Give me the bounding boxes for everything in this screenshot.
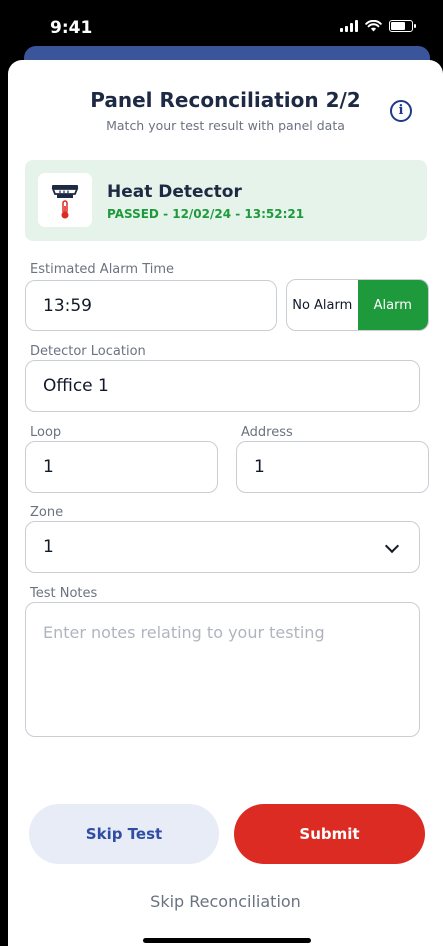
page-title: Panel Reconciliation 2/2 [90,88,361,112]
loop-value: 1 [43,457,54,477]
home-indicator [143,938,311,943]
alarm-option[interactable]: Alarm [357,280,428,330]
detector-location-field[interactable]: Office 1 [25,360,420,412]
reconciliation-sheet: Panel Reconciliation 2/2 Match your test… [8,60,443,946]
detector-location-value: Office 1 [43,376,109,396]
detector-type: Heat Detector [107,182,242,202]
skip-test-button[interactable]: Skip Test [29,804,219,864]
test-status: PASSED - 12/02/24 - 13:52:21 [107,207,305,221]
chevron-down-icon [384,538,400,554]
address-value: 1 [254,457,265,477]
page-subtitle: Match your test result with panel data [106,118,345,133]
status-time: 9:41 [50,18,93,38]
info-icon[interactable]: i [390,100,412,122]
wifi-icon [365,20,382,32]
submit-button[interactable]: Submit [234,804,425,864]
test-notes-input[interactable] [25,602,420,737]
heat-detector-icon [38,173,92,227]
address-label: Address [241,425,293,440]
test-result-card: Heat Detector PASSED - 12/02/24 - 13:52:… [25,160,427,241]
no-alarm-option[interactable]: No Alarm [287,280,358,330]
detector-location-label: Detector Location [30,344,146,359]
zone-select[interactable]: 1 [25,521,420,573]
signal-icon [340,20,358,32]
status-icons [340,20,416,32]
address-field[interactable]: 1 [236,441,429,493]
loop-label: Loop [30,425,62,440]
test-notes-label: Test Notes [30,586,98,601]
alarm-time-field[interactable]: 13:59 [25,280,277,331]
zone-label: Zone [30,505,64,520]
alarm-time-label: Estimated Alarm Time [30,262,175,277]
alarm-toggle[interactable]: No Alarm Alarm [286,279,429,331]
zone-value: 1 [43,537,54,557]
status-bar: 9:41 [0,0,443,48]
battery-icon [389,20,416,32]
skip-reconciliation-link[interactable]: Skip Reconciliation [8,892,443,911]
loop-field[interactable]: 1 [25,441,218,493]
alarm-time-value: 13:59 [43,295,92,316]
